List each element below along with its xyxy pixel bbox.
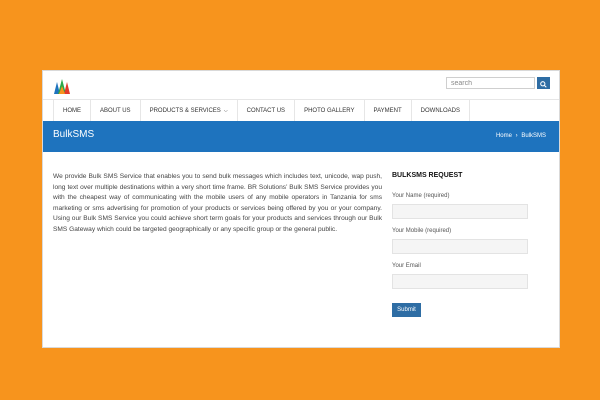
search-input[interactable] <box>446 77 535 89</box>
mobile-field[interactable] <box>392 239 528 254</box>
page-title: BulkSMS <box>53 129 95 140</box>
name-field[interactable] <box>392 204 528 219</box>
breadcrumb-current: BulkSMS <box>521 133 546 139</box>
browser-page: HOME ABOUT US PRODUCTS & SERVICES ⌵ CONT… <box>42 70 560 348</box>
site-logo[interactable] <box>52 76 72 96</box>
nav-item-photo-gallery[interactable]: PHOTO GALLERY <box>294 100 363 122</box>
header <box>43 71 559 99</box>
mobile-label: Your Mobile (required) <box>392 228 452 234</box>
nav-item-home[interactable]: HOME <box>53 100 90 122</box>
nav-label: DOWNLOADS <box>420 108 460 114</box>
nav-item-payment[interactable]: PAYMENT <box>363 100 411 122</box>
chevron-down-icon: ⌵ <box>223 108 228 114</box>
nav-item-products-services[interactable]: PRODUCTS & SERVICES ⌵ <box>139 100 237 122</box>
breadcrumb: Home › BulkSMS <box>496 133 546 139</box>
main-description: We provide Bulk SMS Service that enables… <box>53 173 382 233</box>
nav-label: CONTACT US <box>246 108 286 114</box>
nav-label: ABOUT US <box>100 108 131 114</box>
nav-label: PAYMENT <box>373 108 402 114</box>
page-banner: BulkSMS Home › BulkSMS <box>43 121 559 152</box>
nav-label: PHOTO GALLERY <box>304 108 355 114</box>
breadcrumb-separator: › <box>515 133 518 139</box>
email-label: Your Email <box>392 263 421 269</box>
breadcrumb-home-link[interactable]: Home <box>496 133 512 139</box>
submit-button[interactable]: Submit <box>392 303 421 317</box>
search-icon <box>540 76 547 91</box>
main-nav: HOME ABOUT US PRODUCTS & SERVICES ⌵ CONT… <box>43 99 559 122</box>
nav-item-downloads[interactable]: DOWNLOADS <box>410 100 470 122</box>
search-button[interactable] <box>537 77 550 89</box>
nav-item-about-us[interactable]: ABOUT US <box>90 100 140 122</box>
bulksms-request-form: BULKSMS REQUEST Your Name (required) You… <box>392 172 532 317</box>
nav-label: PRODUCTS & SERVICES <box>149 108 221 114</box>
form-title: BULKSMS REQUEST <box>392 172 463 179</box>
nav-item-contact-us[interactable]: CONTACT US <box>236 100 294 122</box>
name-label: Your Name (required) <box>392 193 450 199</box>
nav-label: HOME <box>63 108 81 114</box>
email-field[interactable] <box>392 274 528 289</box>
